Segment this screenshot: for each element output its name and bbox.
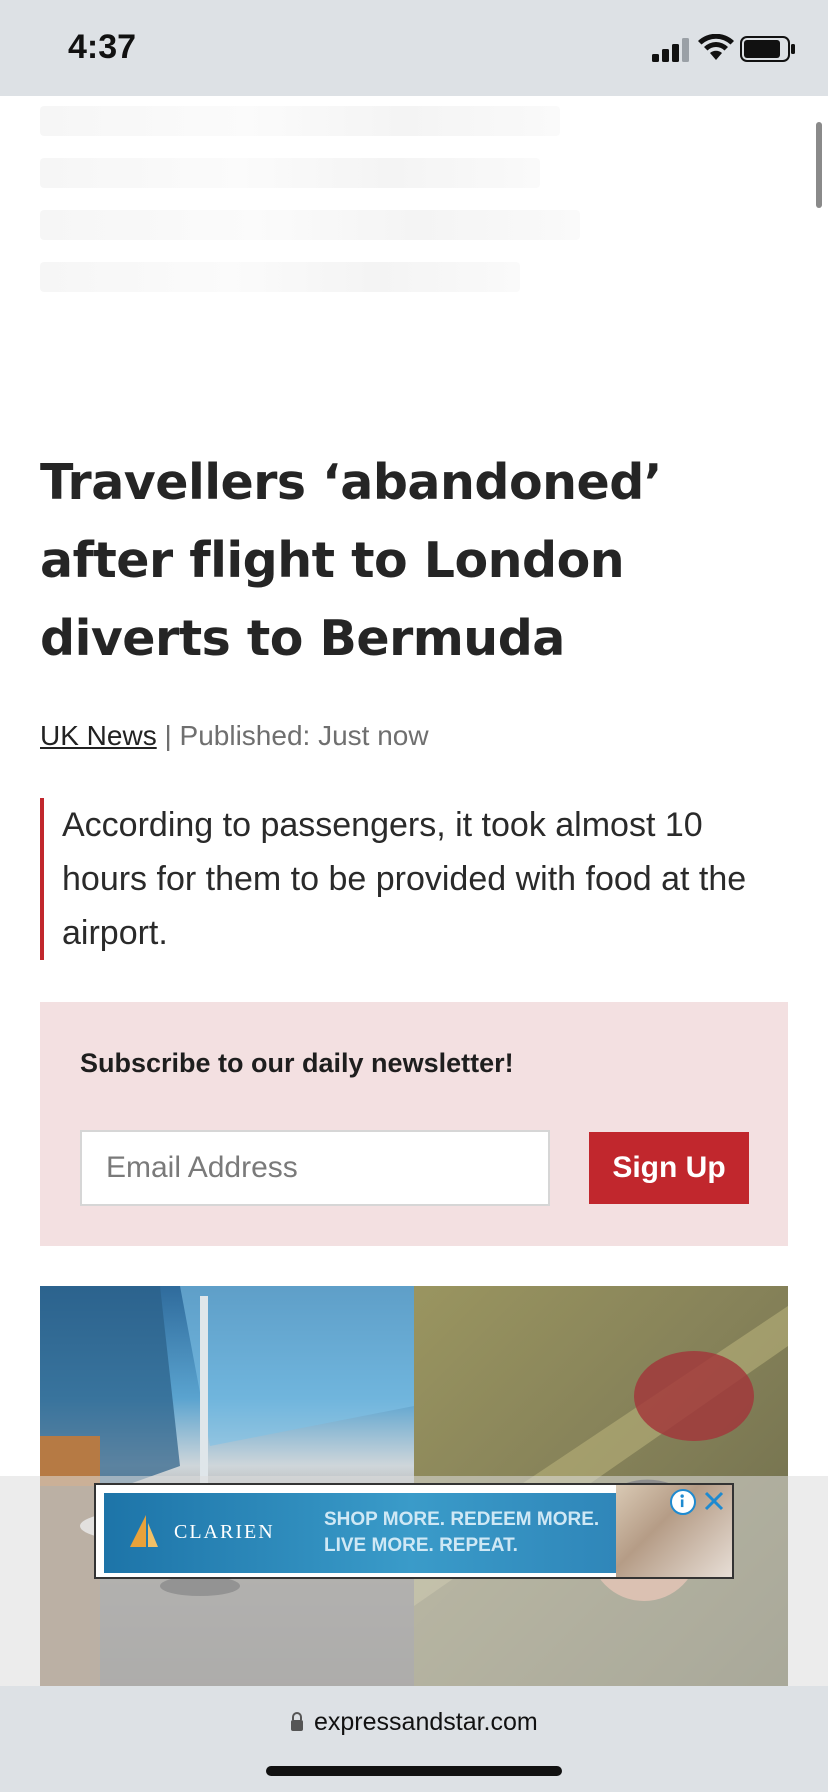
sign-up-button[interactable]: Sign Up (589, 1132, 749, 1204)
wifi-icon (698, 34, 734, 60)
article-headline: Travellers ‘abandoned’ after flight to L… (40, 454, 662, 667)
sail-logo-icon (130, 1515, 158, 1547)
browser-url-bar[interactable]: expressandstar.com (0, 1686, 828, 1792)
cellular-signal-icon (652, 38, 689, 62)
home-indicator[interactable] (266, 1766, 562, 1776)
battery-icon (740, 36, 795, 62)
ad-slogan-line-2: LIVE MORE. REPEAT. (324, 1535, 518, 1556)
article-standfirst: According to passengers, it took almost … (40, 798, 780, 960)
status-bar: 4:37 (0, 0, 828, 96)
ad-slogan: SHOP MORE. REDEEM MORE. LIVE MORE. REPEA… (324, 1507, 599, 1559)
article-page: Travellers ‘abandoned’ after flight to L… (0, 96, 828, 1686)
section-link[interactable]: UK News (40, 720, 157, 751)
ad-banner[interactable]: CLARIEN SHOP MORE. REDEEM MORE. LIVE MOR… (94, 1483, 734, 1579)
ad-creative[interactable]: CLARIEN SHOP MORE. REDEEM MORE. LIVE MOR… (104, 1493, 616, 1573)
status-time: 4:37 (68, 28, 137, 66)
close-icon[interactable] (700, 1487, 728, 1515)
ad-slogan-line-1: SHOP MORE. REDEEM MORE. (324, 1509, 600, 1530)
faded-header-placeholder (40, 106, 600, 316)
ad-info-icon[interactable] (670, 1489, 696, 1515)
lock-icon (291, 1712, 303, 1731)
newsletter-signup: Subscribe to our daily newsletter! Sign … (40, 1002, 788, 1246)
scrollbar[interactable] (816, 122, 822, 208)
email-field[interactable] (80, 1130, 550, 1206)
ad-brand: CLARIEN (174, 1521, 275, 1543)
article-meta: UK News | Published: Just now (40, 720, 429, 752)
newsletter-title: Subscribe to our daily newsletter! (80, 1048, 514, 1078)
published-time: | Published: Just now (156, 720, 429, 751)
url-text[interactable]: expressandstar.com (314, 1708, 538, 1737)
